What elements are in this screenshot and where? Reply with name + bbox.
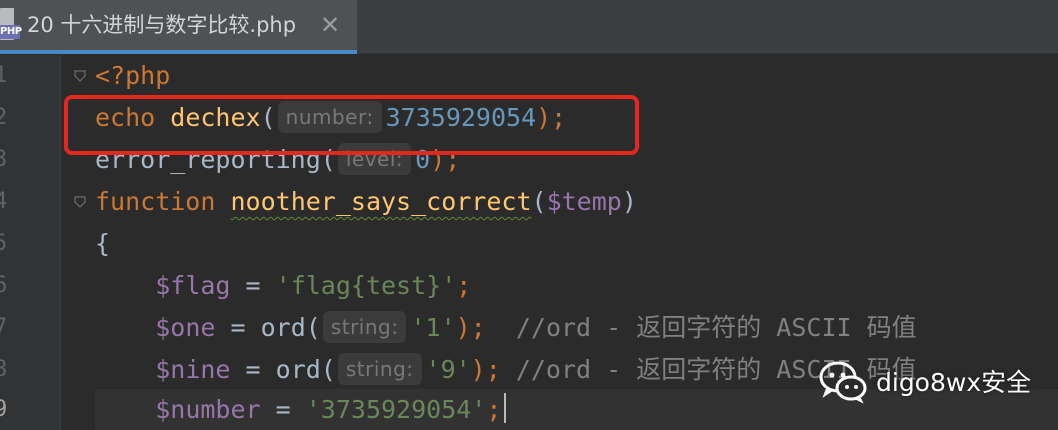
paren: ( (531, 187, 547, 216)
code-line-8[interactable]: $nine = ord(string: '9'); //ord - 返回字符的 A… (95, 349, 917, 391)
paren: ( (320, 355, 336, 384)
variable: $flag (155, 271, 231, 300)
parameter: $temp (546, 187, 622, 216)
line-number-gutter[interactable] (0, 55, 60, 430)
tab-title: 20 十六进制与数字比较.php (27, 13, 297, 37)
watermark-text: digo8wx安全 (876, 368, 1032, 397)
line-number: 4 (0, 189, 8, 214)
string-literal: '9' (425, 355, 471, 384)
operator: = (215, 313, 261, 342)
operator: = (260, 395, 306, 424)
line-number: 2 (0, 105, 8, 130)
statement-end: ); (455, 313, 486, 342)
wechat-icon (819, 361, 867, 404)
text-caret (504, 393, 507, 423)
parameter-hint: string: (322, 311, 407, 343)
code-line-7[interactable]: $one = ord(string: '1'); //ord - 返回字符的 AS… (95, 307, 917, 349)
comment: //ord - 返回字符的 ASCII 码值 (485, 313, 917, 342)
editor-tab-bar: PHP 20 十六进制与数字比较.php ✕ (0, 0, 1058, 54)
statement-end: ); (470, 355, 501, 384)
keyword: function (95, 187, 216, 216)
line-number: 3 (0, 147, 8, 172)
line-number: 5 (0, 231, 8, 256)
variable: $nine (155, 355, 231, 384)
code-line-5[interactable]: { (95, 223, 110, 265)
code-line-1[interactable]: <?php (95, 55, 170, 97)
php-open-tag: <?php (95, 61, 171, 90)
close-icon[interactable]: ✕ (317, 12, 343, 38)
code-line-6[interactable]: $flag = 'flag{test}'; (95, 265, 471, 307)
function-call: ord (260, 313, 306, 342)
line-number-current: 9 (0, 397, 8, 422)
watermark: digo8wx安全 (818, 358, 1031, 404)
operator: = (230, 355, 276, 384)
variable: $one (155, 313, 216, 342)
code-line-9[interactable]: $number = '3735929054'; (95, 389, 507, 430)
string-literal: '1' (410, 313, 456, 342)
php-file-icon: PHP (0, 8, 22, 40)
statement-end: ; (456, 271, 472, 300)
line-number: 8 (0, 357, 8, 382)
string-literal: 'flag{test}' (275, 271, 457, 300)
paren: ) (621, 187, 637, 216)
line-number: 7 (0, 315, 8, 340)
variable: $number (155, 395, 261, 424)
function-call: ord (275, 355, 321, 384)
highlight-annotation-box (64, 95, 639, 155)
line-number: 6 (0, 273, 8, 298)
parameter-hint: string: (337, 353, 422, 385)
function-name: noother_says_correct (230, 187, 532, 216)
string-literal: '3735929054' (305, 395, 487, 424)
code-line-4[interactable]: function noother_says_correct($temp) (95, 181, 637, 223)
brace: { (95, 229, 111, 258)
gutter-divider (60, 55, 61, 430)
line-number: 1 (0, 63, 8, 88)
paren: ( (305, 313, 321, 342)
operator: = (230, 271, 276, 300)
statement-end: ; (486, 395, 502, 424)
fold-marker-icon[interactable] (74, 196, 86, 208)
fold-marker-icon[interactable] (74, 70, 86, 82)
file-tab[interactable]: PHP 20 十六进制与数字比较.php ✕ (0, 0, 357, 54)
